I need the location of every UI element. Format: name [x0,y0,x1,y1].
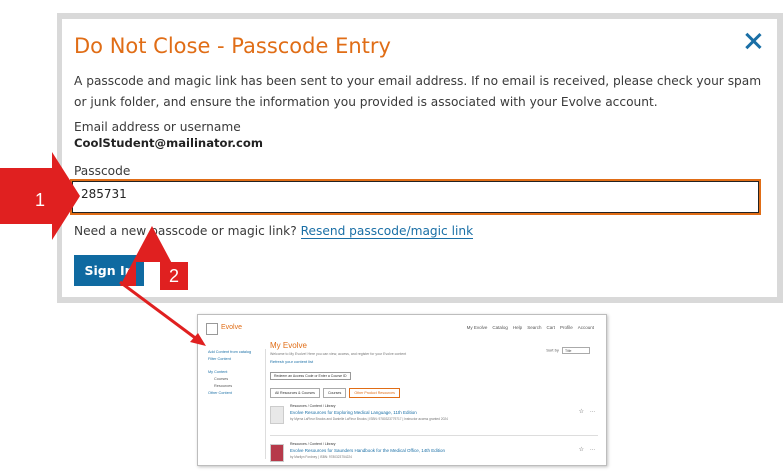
resend-row: Need a new passcode or magic link? Resen… [74,224,474,239]
preview-subtitle: Welcome to My Evolve! Here you can view,… [270,352,407,356]
item-category: Resources / Content / Library [290,404,336,408]
passcode-input[interactable]: 285731 [70,179,761,215]
preview-tab: Courses [322,388,347,398]
my-evolve-preview: Evolve My Evolve Catalog Help Search Car… [197,314,607,466]
preview-main: My Evolve Welcome to My Evolve! Here you… [270,341,598,465]
preview-top-nav: My Evolve Catalog Help Search Cart Profi… [467,325,594,330]
preview-tabs: All Resources & Courses Courses Other Pr… [270,388,598,398]
evolve-logo-icon [206,323,218,335]
sidebar-item: Add Content from catalog [208,350,252,354]
preview-list-item: Resources / Content / Library Evolve Res… [270,402,598,436]
resend-prompt: Need a new passcode or magic link? [74,224,297,238]
email-label: Email address or username [74,120,241,134]
callout-badge-1: 1 [26,186,54,214]
preview-refresh: Refresh your content list [270,359,314,364]
preview-list-item: Resources / Content / Library Evolve Res… [270,440,598,465]
email-value: CoolStudent@mailinator.com [74,136,263,150]
close-icon[interactable] [743,31,763,51]
nav-item: My Evolve [466,325,488,330]
nav-item: Search [527,325,542,330]
sidebar-item: Courses [214,377,229,381]
nav-item: Help [512,325,523,330]
resend-link[interactable]: Resend passcode/magic link [300,224,474,239]
nav-item: Account [577,325,594,330]
screenshot-stage: Do Not Close - Passcode Entry A passcode… [0,0,783,471]
sidebar-item: Other Content [208,391,232,395]
preview-divider [265,349,266,459]
book-cover-icon [270,406,284,424]
sign-in-button[interactable]: Sign In [74,255,144,286]
item-name: Evolve Resources for Exploring Medical L… [290,410,417,415]
sidebar-item: My Content [208,370,228,374]
nav-item: Profile [559,325,573,330]
star-icon: ☆ [578,409,584,415]
passcode-label: Passcode [74,164,131,178]
more-icon: ··· [590,409,595,415]
more-icon: ··· [590,447,595,453]
callout-badge-2: 2 [160,262,188,290]
book-cover-icon [270,444,284,462]
sidebar-item: Filter Content [208,357,231,361]
item-meta: by Myrna LaFleur Brooks and Danielle LaF… [290,417,448,421]
preview-tab: All Resources & Courses [270,388,320,398]
modal-intro-text: A passcode and magic link has been sent … [74,74,762,109]
preview-title: My Evolve [270,341,307,350]
nav-item: Catalog [492,325,508,330]
star-icon: ☆ [578,447,584,453]
passcode-modal: Do Not Close - Passcode Entry A passcode… [62,19,777,297]
evolve-logo-text: Evolve [221,324,243,331]
preview-redeem: Redeem an Access Code or Enter a Course … [270,372,351,380]
nav-item: Cart [546,325,555,330]
preview-tab: Other Product Resources [349,388,400,398]
item-category: Resources / Content / Library [290,442,336,446]
item-name: Evolve Resources for Saunders Handbook f… [290,448,446,453]
sidebar-item: Resources [214,384,233,388]
preview-sidebar: Add Content from catalog Filter Content … [208,349,264,397]
modal-title: Do Not Close - Passcode Entry [74,34,391,58]
item-meta: by Marilyn Fordney | ISBN: 9780323754224 [290,455,352,459]
